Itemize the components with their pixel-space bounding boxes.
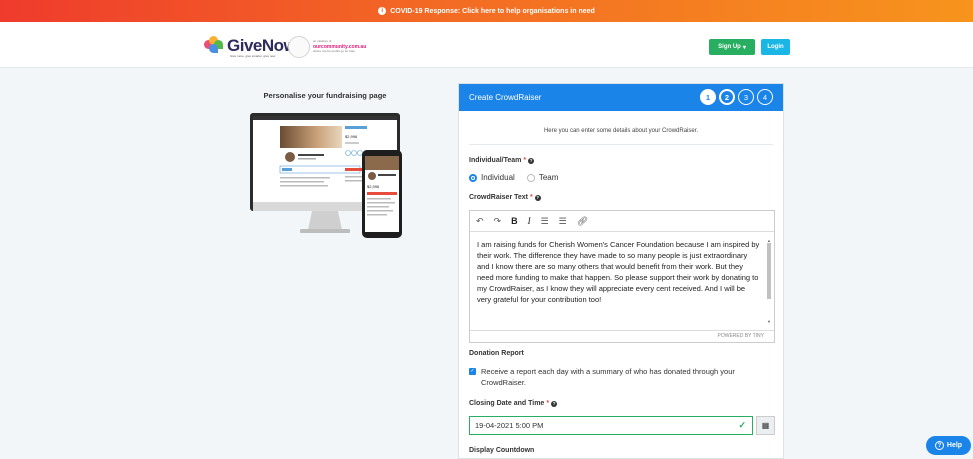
donation-report-checkbox-row[interactable]: ✓ Receive a report each day with a summa…: [469, 366, 769, 388]
step-3[interactable]: 3: [738, 89, 754, 105]
step-4[interactable]: 4: [757, 89, 773, 105]
editor-toolbar: ↶ ↷ B I ☰ ☰ 🔗︎: [470, 211, 774, 232]
editor-content[interactable]: I am raising funds for Cherish Women's C…: [470, 232, 774, 330]
ourcommunity-emblem-icon: [288, 36, 310, 58]
mobile-amount: $2,996: [367, 184, 380, 189]
logo-name: GiveNow: [227, 35, 297, 55]
editor-scrollbar[interactable]: ▲ ▼: [766, 235, 772, 327]
scroll-down-icon[interactable]: ▼: [767, 316, 771, 327]
caret-down-icon: ▾: [742, 44, 746, 51]
checkmark-icon: ✓: [738, 420, 746, 430]
display-countdown-label: Display Countdown: [469, 447, 535, 454]
donation-report-label: Donation Report: [469, 350, 524, 357]
rich-text-editor: ↶ ↷ B I ☰ ☰ 🔗︎ I am raising funds for Ch…: [469, 210, 775, 343]
givenow-logo-mark-icon: [204, 36, 224, 54]
logo-tagline: Give more, give smarter, give now: [230, 54, 276, 58]
calendar-icon: ▦: [761, 421, 770, 430]
step-2[interactable]: 2: [719, 89, 735, 105]
givenow-logo[interactable]: GiveNow Give more, give smarter, give no…: [204, 35, 297, 58]
desktop-amount: $2,996: [345, 134, 358, 139]
calendar-button[interactable]: ▦: [756, 416, 775, 435]
help-question-icon: ?: [934, 441, 944, 450]
donation-report-text: Receive a report each day with a summary…: [481, 367, 735, 387]
help-button[interactable]: ? Help: [926, 436, 971, 455]
card-header: Create CrowdRaiser 1 2 3 4: [459, 84, 783, 111]
signup-label: Sign Up: [718, 44, 741, 50]
create-crowdraiser-card: Create CrowdRaiser 1 2 3 4 Here you can …: [458, 83, 784, 459]
closing-date-value: 19-04-2021 5:00 PM: [475, 421, 544, 430]
individual-team-label: Individual/Team *?: [469, 157, 535, 164]
site-header: GiveNow Give more, give smarter, give no…: [0, 22, 973, 68]
info-circle-icon: i: [378, 7, 387, 15]
step-1[interactable]: 1: [700, 89, 716, 105]
personalise-title: Personalise your fundraising page: [263, 91, 387, 100]
link-icon[interactable]: 🔗︎: [577, 216, 588, 227]
radio-empty-icon: [526, 173, 535, 182]
bold-icon[interactable]: B: [511, 216, 518, 226]
signup-button[interactable]: Sign Up ▾: [709, 39, 755, 55]
device-preview-image: $2,996 $2,996: [250, 113, 402, 238]
radio-selected-icon: [469, 173, 477, 182]
powered-by-tiny[interactable]: POWERED BY TINY: [470, 330, 774, 342]
partner-tagline: where not-for-profits go for help: [313, 49, 355, 53]
closing-date-input[interactable]: 19-04-2021 5:00 PM ✓: [469, 416, 753, 435]
help-label: Help: [946, 442, 963, 449]
undo-icon[interactable]: ↶: [476, 216, 484, 227]
italic-icon[interactable]: I: [528, 216, 531, 226]
login-button[interactable]: Login: [761, 39, 790, 55]
individual-team-radios: Individual Team: [469, 173, 558, 182]
closing-date-label: Closing Date and Time *?: [469, 400, 558, 407]
crowdraiser-text-content: I am raising funds for Cherish Women's C…: [477, 240, 760, 304]
redo-icon[interactable]: ↷: [494, 216, 502, 227]
question-icon[interactable]: ?: [551, 400, 558, 407]
question-icon[interactable]: ?: [534, 194, 541, 201]
radio-team[interactable]: Team: [526, 173, 558, 182]
ourcommunity-logo[interactable]: an initiative of ourcommunity.com.au whe…: [288, 36, 366, 58]
step-indicator: 1 2 3 4: [700, 89, 773, 105]
covid-banner-text[interactable]: COVID-19 Response: Click here to help or…: [390, 8, 595, 15]
bullet-list-icon[interactable]: ☰: [541, 216, 549, 227]
checkbox-checked-icon[interactable]: ✓: [469, 368, 476, 375]
question-icon[interactable]: ?: [528, 157, 535, 164]
numbered-list-icon[interactable]: ☰: [559, 216, 567, 227]
covid-banner[interactable]: i COVID-19 Response: Click here to help …: [0, 0, 973, 22]
radio-individual[interactable]: Individual: [469, 173, 515, 182]
crowdraiser-text-label: CrowdRaiser Text *?: [469, 194, 541, 201]
scrollbar-thumb[interactable]: [767, 243, 771, 299]
intro-text: Here you can enter some details about yo…: [469, 111, 773, 145]
card-title: Create CrowdRaiser: [469, 93, 542, 102]
